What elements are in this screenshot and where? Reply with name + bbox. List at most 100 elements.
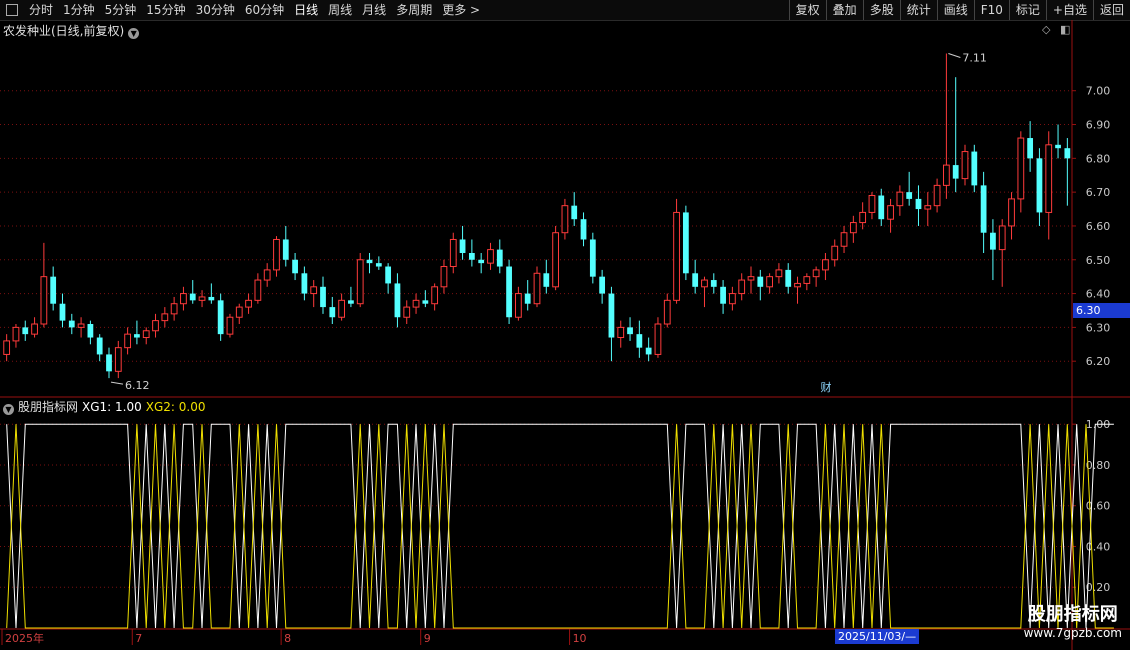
- candle-body: [980, 185, 987, 233]
- candle-body: [608, 293, 615, 338]
- candle-body: [785, 269, 792, 287]
- candle-body: [543, 273, 550, 287]
- candle-body: [729, 293, 736, 305]
- candle-body: [189, 293, 196, 301]
- candle-body: [868, 195, 876, 213]
- y-tick-label: 6.50: [1086, 254, 1111, 267]
- candle-body: [1036, 158, 1043, 213]
- y-tick-label: 6.90: [1086, 119, 1111, 132]
- y-tick-label: 7.00: [1086, 85, 1111, 98]
- candle-body: [403, 306, 411, 318]
- candle-body: [180, 293, 187, 305]
- x-tick-label: 2025年: [5, 631, 44, 645]
- candle-body: [106, 354, 112, 372]
- candle-body: [134, 334, 140, 338]
- y-tick-label: 6.60: [1086, 220, 1111, 233]
- candle-body: [208, 296, 215, 301]
- watermark-title: 股朋指标网: [1027, 604, 1118, 625]
- candle-body: [1008, 198, 1015, 227]
- candle-body: [12, 326, 20, 342]
- candle-body: [599, 276, 606, 294]
- candle-body: [1064, 148, 1071, 159]
- high-label: 7.11: [962, 52, 987, 65]
- candle-body: [385, 266, 392, 284]
- x-tick-label: 8: [284, 632, 291, 645]
- candle-body: [356, 259, 364, 305]
- candle-body: [478, 259, 485, 264]
- candle-body: [803, 276, 811, 284]
- candle-body: [915, 198, 922, 210]
- candle-body: [673, 211, 680, 301]
- candle-body: [561, 205, 569, 234]
- watermark-logo: 股朋指标网 www.7gpzb.com: [1024, 600, 1122, 640]
- candle-body: [87, 324, 94, 338]
- candle-body: [571, 205, 578, 220]
- y-tick-label: 6.80: [1086, 152, 1111, 165]
- cursor-date: 2025/11/03/—: [835, 629, 920, 644]
- candle-body: [254, 279, 262, 301]
- candle-body: [273, 238, 280, 271]
- candle-body: [887, 205, 894, 220]
- candle-body: [859, 211, 867, 224]
- y-tick-label: 0.80: [1086, 459, 1111, 472]
- candle-body: [738, 279, 746, 295]
- candle-body: [692, 273, 699, 287]
- xg2-value: XG2: 0.00: [145, 400, 206, 414]
- candle-body: [217, 300, 224, 335]
- candle-body: [663, 299, 671, 325]
- candle-body: [617, 326, 625, 339]
- candle-body: [31, 323, 38, 335]
- candle-body: [794, 282, 801, 288]
- candle-body: [3, 340, 11, 355]
- candle-body: [849, 222, 857, 234]
- candle-body: [245, 299, 252, 308]
- candle-body: [506, 266, 512, 318]
- candle-body: [896, 191, 904, 207]
- xg1-value: XG1: 1.00: [82, 400, 142, 414]
- candle-body: [40, 276, 48, 325]
- kline-chart[interactable]: 7.00 6.90 6.80 6.70 6.60 6.50 6.40 6.30 6.20 7.11…: [0, 0, 1130, 650]
- y-tick-label: 6.40: [1086, 288, 1111, 301]
- candle-body: [831, 245, 839, 261]
- candle-body: [589, 239, 596, 277]
- chevron-down-icon[interactable]: ▼: [3, 404, 14, 415]
- candle-body: [812, 269, 820, 278]
- candle-body: [375, 263, 382, 267]
- candle-body: [142, 330, 150, 339]
- candle-body: [1027, 138, 1034, 159]
- candle-body: [701, 279, 708, 288]
- candle-body: [496, 249, 503, 267]
- candle-body: [68, 320, 75, 328]
- candle-body: [840, 232, 848, 247]
- candle-body: [329, 307, 336, 318]
- candle-body: [878, 195, 885, 220]
- y-tick-label: 6.70: [1086, 186, 1111, 199]
- x-tick-label: 9: [424, 632, 431, 645]
- candle-body: [1055, 144, 1061, 149]
- candle-body: [422, 300, 429, 304]
- candle-body: [50, 276, 57, 304]
- candle-body: [487, 249, 494, 264]
- candle-body: [394, 283, 401, 318]
- candle-body: [710, 280, 717, 287]
- candle-body: [952, 165, 959, 179]
- candle-body: [990, 232, 996, 250]
- candle-body: [198, 296, 206, 301]
- candle-body: [301, 273, 308, 294]
- candle-body: [468, 253, 475, 260]
- candle-body: [338, 299, 345, 318]
- candle-body: [933, 184, 941, 207]
- candle-body: [96, 337, 103, 355]
- watermark-url: www.7gpzb.com: [1023, 626, 1122, 640]
- candle-body: [348, 300, 354, 304]
- candle-body: [822, 259, 829, 271]
- candle-body: [292, 259, 298, 274]
- x-tick-label: 7: [135, 632, 142, 645]
- candle-body: [235, 306, 243, 318]
- high-arrow: [948, 53, 961, 58]
- current-price-box: 6.30: [1073, 303, 1130, 318]
- candle-body: [282, 239, 289, 260]
- indicator-title: ▼ 股朋指标网 XG1: 1.00 XG2: 0.00: [3, 398, 205, 415]
- candle-body: [533, 272, 541, 305]
- candle-body: [636, 334, 643, 348]
